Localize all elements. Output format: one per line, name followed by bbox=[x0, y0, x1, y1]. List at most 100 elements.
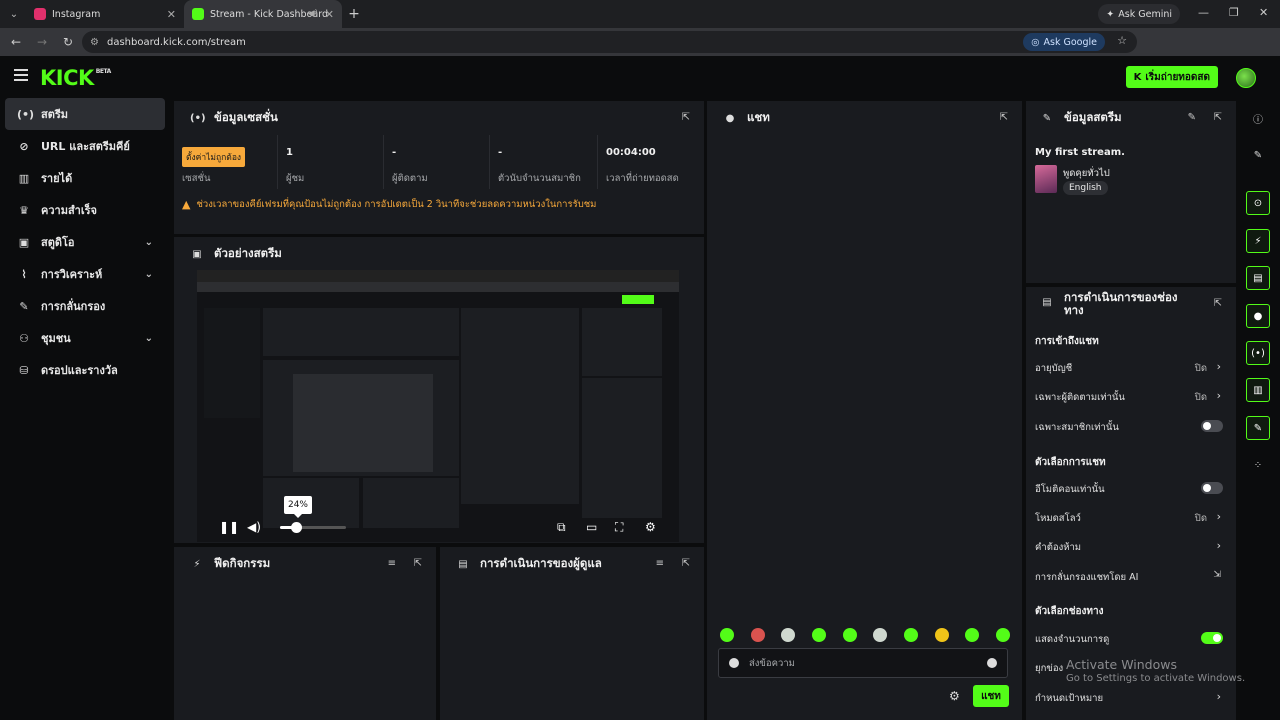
mod-actions-panel: ▤ การดำเนินการของผู้ดูแล ≡ ⇱ bbox=[440, 547, 704, 720]
set-goal-row[interactable]: กำหนดเป้าหมาย › bbox=[1035, 690, 1223, 707]
sidebar-item[interactable]: ♛ ความสำเร็จ bbox=[5, 194, 165, 226]
sidebar-item[interactable]: ⌇ การวิเคราะห์ ⌄ bbox=[5, 258, 165, 290]
ask-google-button[interactable]: ◎ Ask Google bbox=[1023, 33, 1105, 51]
banned-words-row[interactable]: คำต้องห้าม › bbox=[1035, 539, 1223, 556]
sidebar-item[interactable]: (•) สตรีม bbox=[5, 98, 165, 130]
fullscreen-icon[interactable]: ⛶ bbox=[615, 520, 623, 535]
stream-video[interactable] bbox=[197, 270, 679, 542]
settings-icon[interactable]: ⚙ bbox=[645, 520, 656, 534]
volume-icon[interactable]: ◀) bbox=[247, 520, 261, 534]
ask-gemini-button[interactable]: ✦ Ask Gemini bbox=[1098, 4, 1180, 24]
actions-widget-icon[interactable]: ▥ bbox=[1246, 378, 1270, 402]
emote-icon[interactable] bbox=[842, 628, 857, 642]
stream-info-panel: ✎ ข้อมูลสตรีม ✎ ⇱ bbox=[1026, 101, 1236, 283]
emote-icon[interactable] bbox=[781, 628, 796, 642]
preview-widget-icon[interactable]: (•) bbox=[1246, 341, 1270, 365]
close-icon[interactable]: ✕ bbox=[325, 8, 334, 21]
emote-icon[interactable] bbox=[934, 628, 949, 642]
emote-icon[interactable] bbox=[903, 628, 918, 642]
sidebar-item[interactable]: ⚇ ชุมชน ⌄ bbox=[5, 322, 165, 354]
minimize-icon[interactable]: — bbox=[1198, 6, 1209, 19]
mini-chat bbox=[461, 308, 579, 504]
mod-widget-icon[interactable]: ▤ bbox=[1246, 266, 1270, 290]
followers-only-row[interactable]: เฉพาะผู้ติดตามเท่านั้น ปิด › bbox=[1035, 389, 1223, 406]
emoji-icon[interactable] bbox=[987, 658, 997, 668]
emote-icon[interactable] bbox=[965, 628, 980, 642]
emotes-only-toggle[interactable] bbox=[1201, 482, 1223, 494]
chat-send-button[interactable]: แชท bbox=[973, 685, 1009, 707]
site-info-icon[interactable]: ⚙ bbox=[90, 37, 99, 48]
session-widget-icon[interactable]: ⊙ bbox=[1246, 191, 1270, 215]
show-viewers-toggle[interactable] bbox=[1201, 632, 1223, 644]
panel-title: ฟีดกิจกรรม bbox=[214, 556, 271, 570]
activity-widget-icon[interactable]: ⚡ bbox=[1246, 229, 1270, 253]
forward-icon[interactable]: → bbox=[30, 35, 54, 49]
tab-instagram[interactable]: Instagram ✕ bbox=[26, 0, 184, 28]
maximize-icon[interactable]: ❐ bbox=[1229, 6, 1239, 19]
reload-icon[interactable]: ↻ bbox=[56, 35, 80, 49]
go-live-button[interactable]: K เริ่มถ่ายทอดสด bbox=[1125, 66, 1218, 88]
more-widgets-icon[interactable]: ⁘ bbox=[1246, 453, 1270, 477]
popout-icon[interactable]: ⇱ bbox=[1214, 298, 1222, 309]
ai-moderation-row[interactable]: การกลั่นกรองแชทโดย AI ⇲ bbox=[1035, 570, 1223, 586]
kick-logo[interactable]: KICK BETA bbox=[40, 66, 111, 90]
row-value: ปิด bbox=[1194, 392, 1207, 403]
emote-icon[interactable] bbox=[811, 628, 826, 642]
account-age-row[interactable]: อายุบัญชี ปิด › bbox=[1035, 360, 1223, 377]
subscribers-only-toggle[interactable] bbox=[1201, 420, 1223, 432]
popout-icon[interactable]: ⇱ bbox=[414, 558, 422, 569]
filter-icon[interactable]: ≡ bbox=[388, 558, 396, 569]
logo-text: KICK bbox=[40, 66, 94, 90]
back-icon[interactable]: ← bbox=[4, 35, 28, 49]
sidebar-item[interactable]: ⊘ URL และสตรีมคีย์ bbox=[5, 130, 165, 162]
new-tab-button[interactable]: + bbox=[342, 6, 366, 22]
row-label: อายุบัญชี bbox=[1035, 363, 1073, 374]
pip-icon[interactable]: ⧉ bbox=[557, 520, 566, 535]
pause-icon[interactable]: ❚❚ bbox=[219, 520, 239, 534]
avatar[interactable] bbox=[1236, 68, 1256, 88]
emote-icon[interactable] bbox=[995, 628, 1010, 642]
window-close-icon[interactable]: ✕ bbox=[1259, 6, 1268, 19]
sidebar-item[interactable]: ▥ รายได้ bbox=[5, 162, 165, 194]
volume-knob[interactable] bbox=[290, 522, 302, 533]
theater-icon[interactable]: ▭ bbox=[586, 520, 597, 534]
emote-icon[interactable] bbox=[720, 628, 734, 642]
sidebar-item[interactable]: ✎ การกลั่นกรอง bbox=[5, 290, 165, 322]
edit-layout-icon[interactable]: ✎ bbox=[1246, 143, 1270, 167]
tab-kick-dashboard[interactable]: Stream - Kick Dashboard ◀) ✕ bbox=[184, 0, 342, 28]
sidebar-item-label: การกลั่นกรอง bbox=[41, 300, 106, 313]
close-icon[interactable]: ✕ bbox=[167, 8, 176, 21]
chevron-down-icon: ⌄ bbox=[144, 268, 153, 280]
popout-icon[interactable]: ⇱ bbox=[682, 112, 690, 123]
chat-settings-icon[interactable]: ⚙ bbox=[949, 689, 960, 703]
sidebar-item[interactable]: ▣ สตูดิโอ ⌄ bbox=[5, 226, 165, 258]
address-bar: ← → ↻ ⚙ dashboard.kick.com/stream ◎ Ask … bbox=[0, 28, 1280, 75]
stream-icon: (•) bbox=[17, 107, 35, 121]
filter-icon[interactable]: ≡ bbox=[656, 558, 664, 569]
popout-icon[interactable]: ⇱ bbox=[1214, 112, 1222, 123]
chat-widget-icon[interactable]: ● bbox=[1246, 304, 1270, 328]
emote-icon[interactable] bbox=[873, 628, 888, 642]
chat-input[interactable]: ส่งข้อความ bbox=[718, 648, 1008, 678]
wrench-widget-icon[interactable]: ✎ bbox=[1246, 416, 1270, 440]
tab-search-icon[interactable]: ⌄ bbox=[2, 2, 26, 26]
stat-value: 00:04:00 bbox=[606, 147, 656, 158]
audio-icon[interactable]: ◀) bbox=[308, 9, 318, 19]
mini-mod bbox=[363, 478, 459, 528]
chevron-right-icon: › bbox=[1216, 360, 1221, 373]
hamburger-icon[interactable] bbox=[14, 69, 28, 81]
bookmark-star-icon[interactable]: ☆ bbox=[1117, 34, 1127, 47]
popout-icon[interactable]: ⇱ bbox=[1000, 112, 1008, 123]
slow-mode-row[interactable]: โหมดสโลว์ ปิด › bbox=[1035, 510, 1223, 527]
row-label: กำหนดเป้าหมาย bbox=[1035, 693, 1104, 704]
info-icon[interactable]: ⓘ bbox=[1246, 106, 1270, 130]
volume-slider[interactable] bbox=[280, 526, 346, 529]
emote-icon[interactable] bbox=[750, 628, 765, 642]
edit-icon[interactable]: ✎ bbox=[1188, 112, 1196, 123]
sidebar-item[interactable]: ⛁ ดรอปและรางวัล bbox=[5, 354, 165, 386]
popout-icon[interactable]: ⇱ bbox=[682, 558, 690, 569]
url-field[interactable]: ⚙ dashboard.kick.com/stream ◎ Ask Google… bbox=[82, 31, 1137, 53]
right-rail: ⓘ ✎ ⊙ ⚡ ▤ ● (•) ▥ ✎ ⁘ bbox=[1240, 98, 1280, 720]
stat-value: - bbox=[392, 147, 397, 158]
row-label: คำต้องห้าม bbox=[1035, 542, 1082, 553]
